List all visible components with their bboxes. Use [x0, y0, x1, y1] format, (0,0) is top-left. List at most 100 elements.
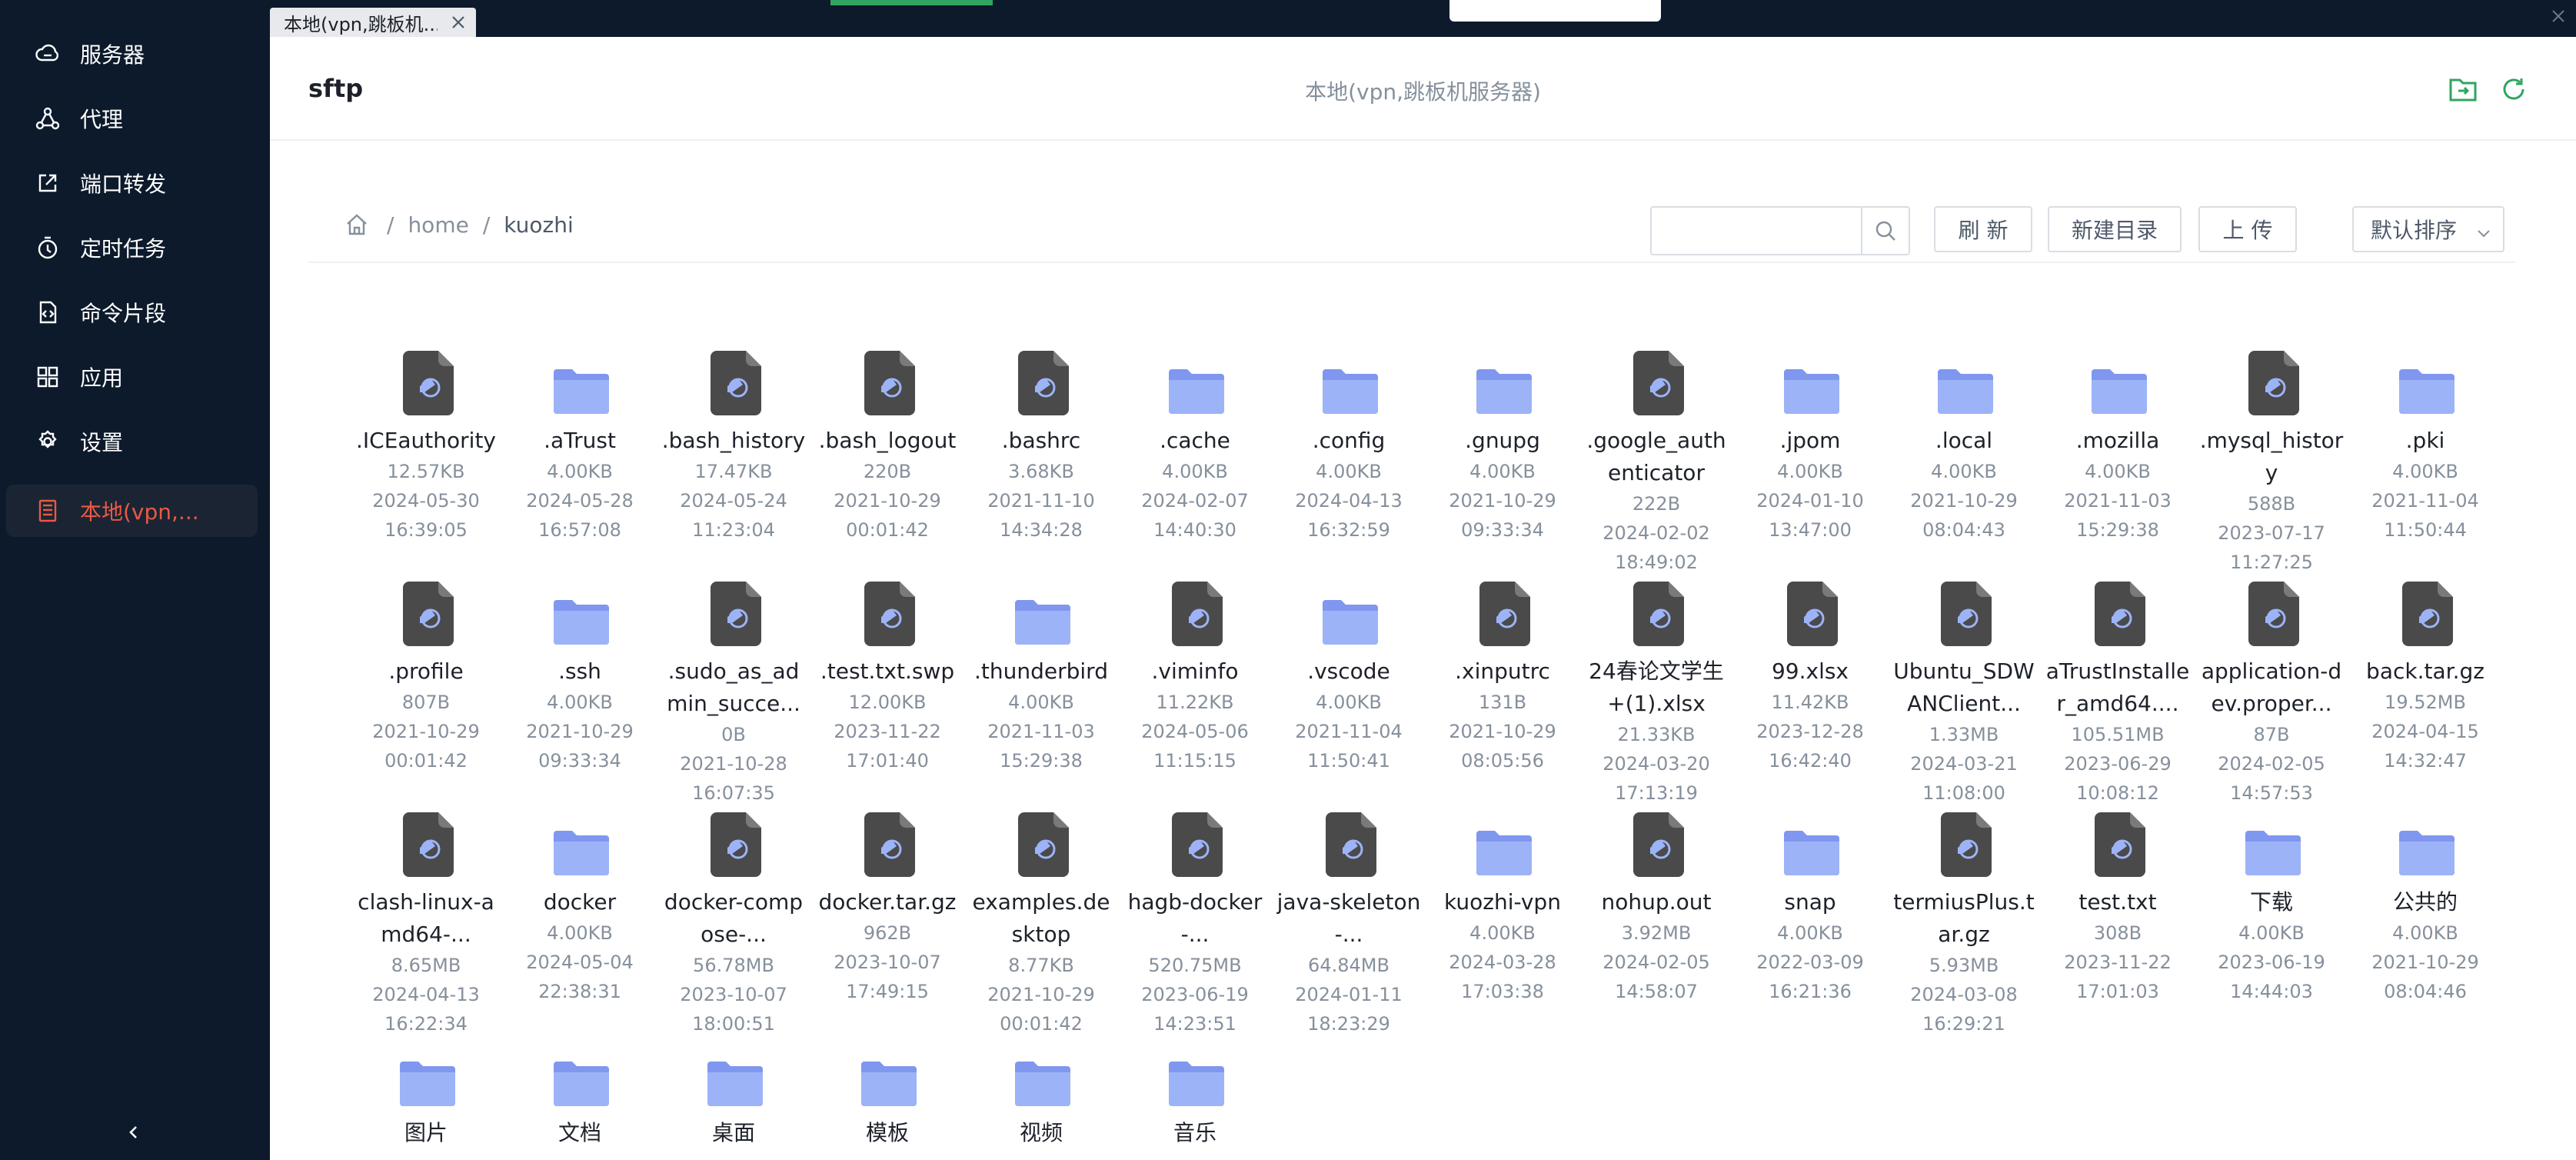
breadcrumb-separator: /: [387, 212, 394, 238]
sidebar-item-port-forward[interactable]: 端口转发: [6, 157, 258, 209]
home-icon[interactable]: [344, 212, 370, 238]
folder-item[interactable]: .cache 4.00KB 2024-02-07 14:40:30: [1122, 351, 1268, 545]
file-name: examples.desktop: [972, 889, 1110, 947]
file-item[interactable]: .mysql_history 588B 2023-07-17 11:27:25: [2198, 351, 2345, 577]
file-item[interactable]: .bashrc 3.68KB 2021-11-10 14:34:28: [968, 351, 1114, 545]
search-button[interactable]: [1861, 208, 1909, 254]
document-icon: [395, 812, 457, 886]
folder-item[interactable]: 桌面: [661, 1043, 807, 1149]
file-item[interactable]: .bash_history 17.47KB 2024-05-24 11:23:04: [661, 351, 807, 545]
folder-item[interactable]: 音乐: [1122, 1043, 1268, 1149]
file-time: 10:08:12: [2076, 782, 2159, 804]
file-item[interactable]: .profile 807B 2021-10-29 00:01:42: [353, 582, 499, 775]
file-item[interactable]: application-dev.proper... 87B 2024-02-05 14…: [2198, 582, 2345, 808]
file-item[interactable]: docker-compose-... 56.78MB 2023-10-07 18:00…: [661, 812, 807, 1038]
file-item[interactable]: termiusPlus.tar.gz 5.93MB 2024-03-08 16:29:…: [1891, 812, 2037, 1038]
sidebar: 服务器 代理 端口转发 定时任务 命令片段 应用 设置 本地(vpn,...: [0, 0, 270, 1160]
file-item[interactable]: 99.xlsx 11.42KB 2023-12-28 16:42:40: [1737, 582, 1883, 775]
folder-item[interactable]: .thunderbird 4.00KB 2021-11-03 15:29:38: [968, 582, 1114, 775]
file-name: .ssh: [558, 658, 601, 684]
tab-local-server[interactable]: 本地(vpn,跳板机...: [270, 8, 476, 37]
file-size: 3.68KB: [1008, 461, 1074, 482]
file-size: 308B: [2093, 922, 2142, 944]
sidebar-item-snippets[interactable]: 命令片段: [6, 286, 258, 338]
search-box: [1650, 206, 1910, 255]
file-size: 12.00KB: [848, 692, 927, 713]
search-input[interactable]: [1652, 208, 1873, 252]
folder-item[interactable]: kuozhi-vpn 4.00KB 2024-03-28 17:03:38: [1429, 812, 1576, 1006]
file-item[interactable]: .xinputrc 131B 2021-10-29 08:05:56: [1429, 582, 1576, 775]
refresh-button[interactable]: 刷 新: [1934, 206, 2032, 252]
folder-item[interactable]: 模板: [814, 1043, 960, 1149]
breadcrumb: / home / kuozhi: [308, 198, 574, 251]
folder-item[interactable]: .vscode 4.00KB 2021-11-04 11:50:41: [1276, 582, 1422, 775]
new-directory-button[interactable]: 新建目录: [2048, 206, 2182, 252]
file-item[interactable]: .viminfo 11.22KB 2024-05-06 11:15:15: [1122, 582, 1268, 775]
file-item[interactable]: .bash_logout 220B 2021-10-29 00:01:42: [814, 351, 960, 545]
file-item[interactable]: java-skeleton-... 64.84MB 2024-01-11 18:23:…: [1276, 812, 1422, 1038]
close-window-icon[interactable]: [2548, 6, 2568, 26]
file-date: 2021-11-10: [987, 490, 1095, 512]
file-date: 2023-11-22: [2064, 952, 2172, 973]
file-name: .gnupg: [1465, 428, 1540, 453]
folder-item[interactable]: 图片: [353, 1043, 499, 1149]
file-item[interactable]: .sudo_as_admin_succe... 0B 2021-10-28 16:07…: [661, 582, 807, 808]
folder-item[interactable]: docker 4.00KB 2024-05-04 22:38:31: [507, 812, 653, 1006]
folder-item[interactable]: .local 4.00KB 2021-10-29 08:04:43: [1891, 351, 2037, 545]
file-item[interactable]: aTrustInstaller_amd64.... 105.51MB 2023-06…: [2045, 582, 2191, 808]
folder-item[interactable]: .jpom 4.00KB 2024-01-10 13:47:00: [1737, 351, 1883, 545]
file-item[interactable]: .test.txt.swp 12.00KB 2023-11-22 17:01:40: [814, 582, 960, 775]
file-time: 17:03:38: [1461, 981, 1544, 1002]
folder-item[interactable]: .config 4.00KB 2024-04-13 16:32:59: [1276, 351, 1422, 545]
folder-icon: [1779, 812, 1841, 886]
folder-item[interactable]: 视频: [968, 1043, 1114, 1149]
file-item[interactable]: hagb-docker-... 520.75MB 2023-06-19 14:23:5…: [1122, 812, 1268, 1038]
file-item[interactable]: 24春论文学生+(1).xlsx 21.33KB 2024-03-20 17:13:1…: [1583, 582, 1729, 808]
upload-button[interactable]: 上 传: [2198, 206, 2297, 252]
sidebar-item-proxy[interactable]: 代理: [6, 92, 258, 145]
file-item[interactable]: clash-linux-amd64-... 8.65MB 2024-04-13 16:…: [353, 812, 499, 1038]
document-icon: [1472, 582, 1533, 655]
folder-item[interactable]: 公共的 4.00KB 2021-10-29 08:04:46: [2352, 812, 2498, 1006]
folder-icon: [1318, 351, 1380, 425]
file-time: 14:40:30: [1153, 519, 1236, 541]
folder-item[interactable]: 文档: [507, 1043, 653, 1149]
folder-item[interactable]: snap 4.00KB 2022-03-09 16:21:36: [1737, 812, 1883, 1006]
file-item[interactable]: .ICEauthority 12.57KB 2024-05-30 16:39:05: [353, 351, 499, 545]
file-item[interactable]: test.txt 308B 2023-11-22 17:01:03: [2045, 812, 2191, 1006]
folder-item[interactable]: .ssh 4.00KB 2021-10-29 09:33:34: [507, 582, 653, 775]
sidebar-item-scheduled[interactable]: 定时任务: [6, 222, 258, 274]
refresh-icon[interactable]: [2498, 74, 2529, 105]
folder-item[interactable]: .mozilla 4.00KB 2021-11-03 15:29:38: [2045, 351, 2191, 545]
file-time: 09:33:34: [538, 750, 621, 772]
file-item[interactable]: nohup.out 3.92MB 2024-02-05 14:58:07: [1583, 812, 1729, 1006]
sidebar-item-apps[interactable]: 应用: [6, 351, 258, 403]
folder-transfer-icon[interactable]: [2448, 74, 2478, 105]
file-item[interactable]: docker.tar.gz 962B 2023-10-07 17:49:15: [814, 812, 960, 1006]
file-item[interactable]: .google_authenticator 222B 2024-02-02 18:49…: [1583, 351, 1729, 577]
sidebar-item-label: 应用: [80, 365, 124, 391]
file-size: 0B: [721, 724, 746, 745]
close-tab-icon[interactable]: [448, 12, 468, 32]
file-item[interactable]: back.tar.gz 19.52MB 2024-04-15 14:32:47: [2352, 582, 2498, 775]
sidebar-item-label: 服务器: [80, 42, 145, 68]
collapse-sidebar-button[interactable]: [118, 1117, 149, 1148]
breadcrumb-item[interactable]: home: [408, 212, 468, 238]
file-date: 2021-10-29: [1449, 490, 1556, 512]
file-time: 14:32:47: [2384, 750, 2467, 772]
folder-item[interactable]: .pki 4.00KB 2021-11-04 11:50:44: [2352, 351, 2498, 545]
file-date: 2024-05-30: [372, 490, 480, 512]
file-item[interactable]: Ubuntu_SDWANClient... 1.33MB 2024-03-21 11:…: [1891, 582, 2037, 808]
file-date: 2021-11-04: [1295, 721, 1403, 742]
file-item[interactable]: examples.desktop 8.77KB 2021-10-29 00:01:42: [968, 812, 1114, 1038]
sidebar-item-settings[interactable]: 设置: [6, 415, 258, 468]
file-size: 4.00KB: [1469, 922, 1536, 944]
folder-item[interactable]: .aTrust 4.00KB 2024-05-28 16:57:08: [507, 351, 653, 545]
folder-icon: [1010, 1043, 1072, 1117]
folder-item[interactable]: 下载 4.00KB 2023-06-19 14:44:03: [2198, 812, 2345, 1006]
sort-select[interactable]: 默认排序: [2352, 206, 2504, 252]
sidebar-item-servers[interactable]: 服务器: [6, 28, 258, 80]
folder-item[interactable]: .gnupg 4.00KB 2021-10-29 09:33:34: [1429, 351, 1576, 545]
tab-strip: 本地(vpn,跳板机...: [270, 0, 2576, 37]
sidebar-item-local-server[interactable]: 本地(vpn,...: [6, 485, 258, 537]
